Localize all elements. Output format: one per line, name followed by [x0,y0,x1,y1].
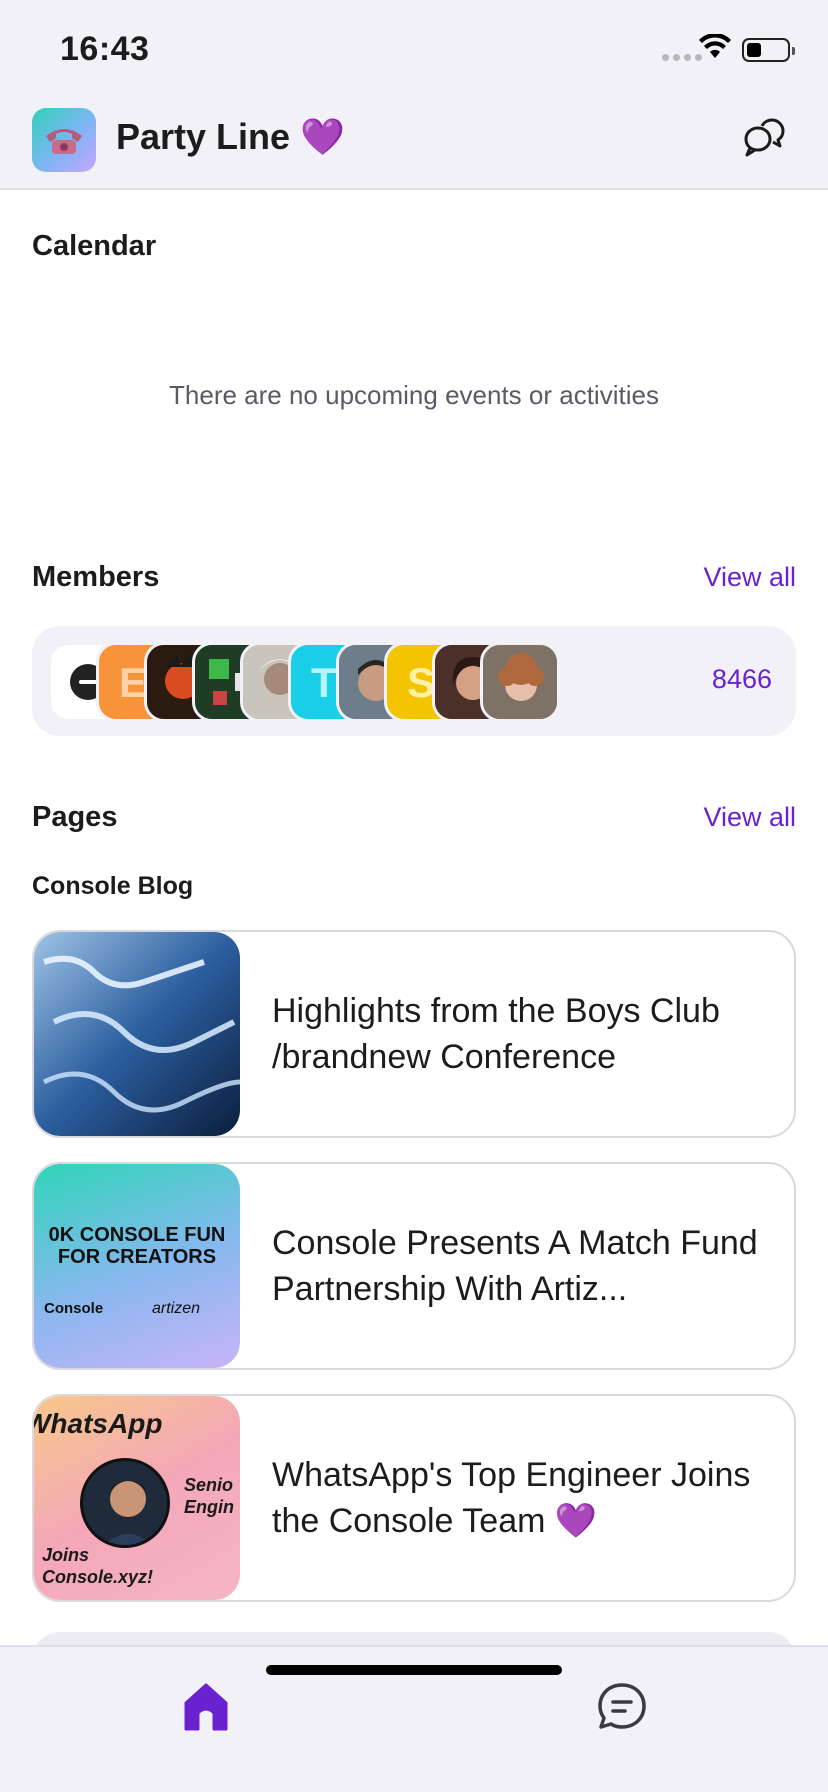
status-bar: 16:43 [0,0,828,100]
page-card-title: WhatsApp's Top Engineer Joins the Consol… [272,1456,751,1540]
calendar-empty-message: There are no upcoming events or activiti… [169,380,659,410]
telephone-icon [32,108,96,172]
page-title: Party Line 💜 [116,116,345,157]
pages-view-all-link[interactable]: View all [703,802,796,833]
members-view-all-link[interactable]: View all [703,562,796,593]
home-icon[interactable] [176,1677,236,1737]
thumb-portrait [80,1458,170,1548]
thumb-side-text: Senio Engin [184,1475,234,1517]
page-card-title: Highlights from the Boys Club /brandnew … [272,992,720,1076]
members-card[interactable]: E T S 8466 [32,626,796,736]
page-thumbnail: WhatsApp Senio Engin Joins Console.xyz! [34,1396,240,1600]
signal-dots-icon [662,54,702,61]
page-card[interactable]: Highlights from the Boys Club /brandnew … [32,930,796,1138]
chat-icon[interactable] [592,1677,652,1737]
member-count: 8466 [711,664,772,694]
app-header: Party Line 💜 [0,100,828,190]
battery-icon [742,38,795,62]
thumb-brand-artizen: artizen [152,1300,201,1317]
page-thumbnail [34,932,240,1136]
thumb-bottom-text: Joins Console.xyz! [42,1545,154,1587]
members-title: Members [32,561,160,593]
thumb-headline: 0K CONSOLE FUN FOR CREATORS [48,1224,226,1268]
home-indicator [266,1665,562,1675]
blog-label: Console Blog [32,872,194,900]
chat-bubbles-icon[interactable] [740,116,788,164]
page-card[interactable]: 0K CONSOLE FUN FOR CREATORS Console arti… [32,1162,796,1370]
page-card-title: Console Presents A Match Fund Partnershi… [272,1224,758,1308]
avatar [480,642,560,722]
member-avatar-stack: E T S [48,642,568,722]
page-thumbnail: 0K CONSOLE FUN FOR CREATORS Console arti… [34,1164,240,1368]
thumb-whatsapp-text: WhatsApp [34,1408,163,1439]
thumb-brand-console: Console [44,1300,104,1317]
wifi-icon [699,34,731,58]
status-time: 16:43 [60,30,150,68]
pages-title: Pages [32,801,118,833]
calendar-title: Calendar [32,230,157,262]
page-card[interactable]: WhatsApp Senio Engin Joins Console.xyz! … [32,1394,796,1602]
